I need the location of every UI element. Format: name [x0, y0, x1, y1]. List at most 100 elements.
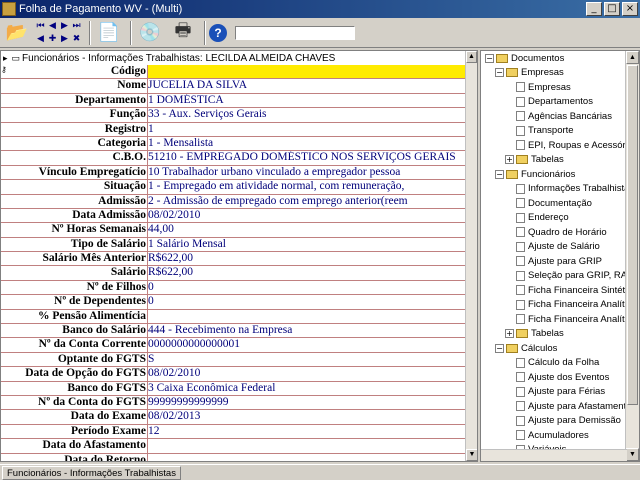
field-value[interactable]: 12 — [147, 424, 477, 439]
report-icon[interactable]: 📄 — [94, 20, 124, 46]
tree-item[interactable]: Ajuste de Salário — [481, 240, 639, 255]
field-value[interactable]: 1 - Mensalista — [147, 136, 477, 151]
window-tab[interactable]: Funcionários - Informações Trabalhistas — [2, 466, 181, 480]
field-value[interactable] — [147, 309, 477, 324]
disk-icon[interactable]: 💿 — [135, 20, 165, 46]
field-value[interactable]: 08/02/2010 — [147, 367, 477, 381]
tree-item[interactable]: Empresas — [481, 80, 639, 95]
collapse-icon[interactable]: − — [495, 68, 504, 78]
printer-icon[interactable]: 🖶 — [168, 20, 198, 46]
tree-item[interactable]: Ajuste para Demissão — [481, 414, 639, 429]
field-value[interactable]: 10 Trabalhador urbano vinculado a empreg… — [147, 165, 477, 180]
close-button[interactable]: × — [622, 2, 638, 16]
field-value[interactable]: 444 - Recebimento na Empresa — [147, 324, 477, 338]
tree-item[interactable]: Seleção para GRIP, RAIS — [481, 269, 639, 284]
tree-item[interactable]: Documentação — [481, 196, 639, 211]
field-value[interactable]: 1 DOMÉSTICA — [147, 93, 477, 108]
tree-item-label: Cálculo da Folha — [528, 357, 600, 369]
field-value[interactable]: 33 - Aux. Serviços Gerais — [147, 108, 477, 122]
field-value[interactable] — [147, 439, 477, 453]
field-value[interactable] — [147, 453, 477, 461]
document-icon — [516, 212, 525, 223]
tree-item-label: Empresas — [528, 81, 571, 93]
help-icon[interactable]: ? — [209, 23, 227, 42]
tree-scroll-down-icon[interactable]: ▼ — [626, 448, 639, 461]
tree-item[interactable]: Agências Bancárias — [481, 109, 639, 124]
nav-delete-icon[interactable]: ✖ — [71, 33, 82, 45]
collapse-icon[interactable]: − — [495, 343, 504, 353]
field-value[interactable]: 1 - Empregado em atividade normal, com r… — [147, 180, 477, 194]
tree-item[interactable]: Informações Trabalhistas — [481, 182, 639, 197]
field-label: % Pensão Alimentícia — [38, 309, 146, 322]
expand-icon[interactable]: + — [505, 329, 514, 339]
field-value[interactable]: R$622,00 — [147, 266, 477, 280]
tree-item-label: Quadro de Horário — [528, 226, 607, 238]
tree-item-label: Ficha Financeira Analític — [528, 313, 632, 325]
tree-item[interactable]: Cálculo da Folha — [481, 356, 639, 371]
tree-item-label: Informações Trabalhistas — [528, 183, 635, 195]
tree-item[interactable]: Ficha Financeira Analític — [481, 312, 639, 327]
tree-item[interactable]: Transporte — [481, 124, 639, 139]
collapse-icon[interactable]: − — [495, 169, 504, 179]
field-label: Vínculo Empregatício — [38, 165, 146, 178]
field-value[interactable]: 3 Caixa Econômica Federal — [147, 381, 477, 395]
tree-item-label: Cálculos — [521, 342, 558, 354]
expand-icon[interactable]: + — [505, 155, 514, 165]
field-value[interactable]: 2 - Admissão de empregado com emprego an… — [147, 194, 477, 208]
minimize-button[interactable]: _ — [586, 2, 602, 16]
field-value[interactable]: 51210 - EMPREGADO DOMÉSTICO NOS SERVIÇOS… — [147, 151, 477, 165]
field-value[interactable]: 99999999999999 — [147, 395, 477, 410]
field-value[interactable] — [147, 65, 477, 79]
form-vertical-scrollbar[interactable]: ▲ ▼ — [465, 51, 477, 461]
tree-item[interactable]: EPI, Roupas e Acessório — [481, 138, 639, 153]
tree-horizontal-scrollbar[interactable] — [481, 449, 627, 461]
field-value[interactable]: 1 — [147, 122, 477, 136]
field-value[interactable]: 44,00 — [147, 223, 477, 237]
tree-item[interactable]: Ficha Financeira Sintétic — [481, 283, 639, 298]
toolbar-search-input[interactable] — [235, 25, 355, 40]
tree-item[interactable]: Ajuste para Férias — [481, 385, 639, 400]
tree-item[interactable]: − Funcionários — [481, 167, 639, 182]
document-icon — [516, 227, 525, 238]
tree-scroll-up-icon[interactable]: ▲ — [626, 51, 639, 64]
scroll-down-icon[interactable]: ▼ — [466, 449, 477, 461]
nav-next-icon[interactable]: ▶ — [59, 20, 70, 32]
field-value[interactable]: JUCELIA DA SILVA — [147, 79, 477, 93]
tree-scroll-thumb[interactable] — [627, 65, 638, 405]
field-value[interactable]: 0 — [147, 295, 477, 309]
nav-back-icon[interactable]: ◀ — [35, 33, 46, 45]
nav-prev-icon[interactable]: ◀ — [47, 20, 58, 32]
field-value[interactable]: 0000000000000001 — [147, 338, 477, 352]
document-icon — [516, 256, 525, 267]
tree-item[interactable]: Acumuladores — [481, 428, 639, 443]
maximize-button[interactable]: □ — [604, 2, 620, 16]
form-row: Registro 1 — [1, 122, 477, 137]
nav-forward-icon[interactable]: ▶ — [59, 33, 70, 45]
tree-item[interactable]: − Cálculos — [481, 341, 639, 356]
nav-first-icon[interactable]: ⏮ — [35, 20, 46, 32]
tree-item[interactable]: − Empresas — [481, 66, 639, 81]
scroll-up-icon[interactable]: ▲ — [466, 51, 477, 63]
field-value[interactable]: 0 — [147, 280, 477, 295]
field-value[interactable]: R$622,00 — [147, 252, 477, 266]
field-value[interactable]: S — [147, 352, 477, 367]
tree-item[interactable]: Ajuste para GRIP — [481, 254, 639, 269]
tree-item[interactable]: − Documentos — [481, 51, 639, 66]
tree-vertical-scrollbar[interactable]: ▲ ▼ — [625, 51, 639, 461]
field-value[interactable]: 1 Salário Mensal — [147, 237, 477, 252]
form-row: Nº da Conta Corrente 0000000000000001 — [1, 338, 477, 353]
tree-item[interactable]: Ajuste dos Eventos — [481, 370, 639, 385]
tree-item[interactable]: Ficha Financeira Analític — [481, 298, 639, 313]
tree-item[interactable]: + Tabelas — [481, 153, 639, 168]
nav-last-icon[interactable]: ⏭ — [71, 20, 82, 32]
nav-add-icon[interactable]: ✚ — [47, 33, 58, 45]
tree-item[interactable]: Endereço — [481, 211, 639, 226]
tree-item[interactable]: Departamentos — [481, 95, 639, 110]
open-folder-icon[interactable]: 📂 — [2, 20, 32, 46]
field-value[interactable]: 08/02/2013 — [147, 410, 477, 424]
collapse-icon[interactable]: − — [485, 53, 494, 63]
tree-item[interactable]: Quadro de Horário — [481, 225, 639, 240]
field-value[interactable]: 08/02/2010 — [147, 208, 477, 223]
tree-item[interactable]: Ajuste para Afastamento — [481, 399, 639, 414]
tree-item[interactable]: + Tabelas — [481, 327, 639, 342]
